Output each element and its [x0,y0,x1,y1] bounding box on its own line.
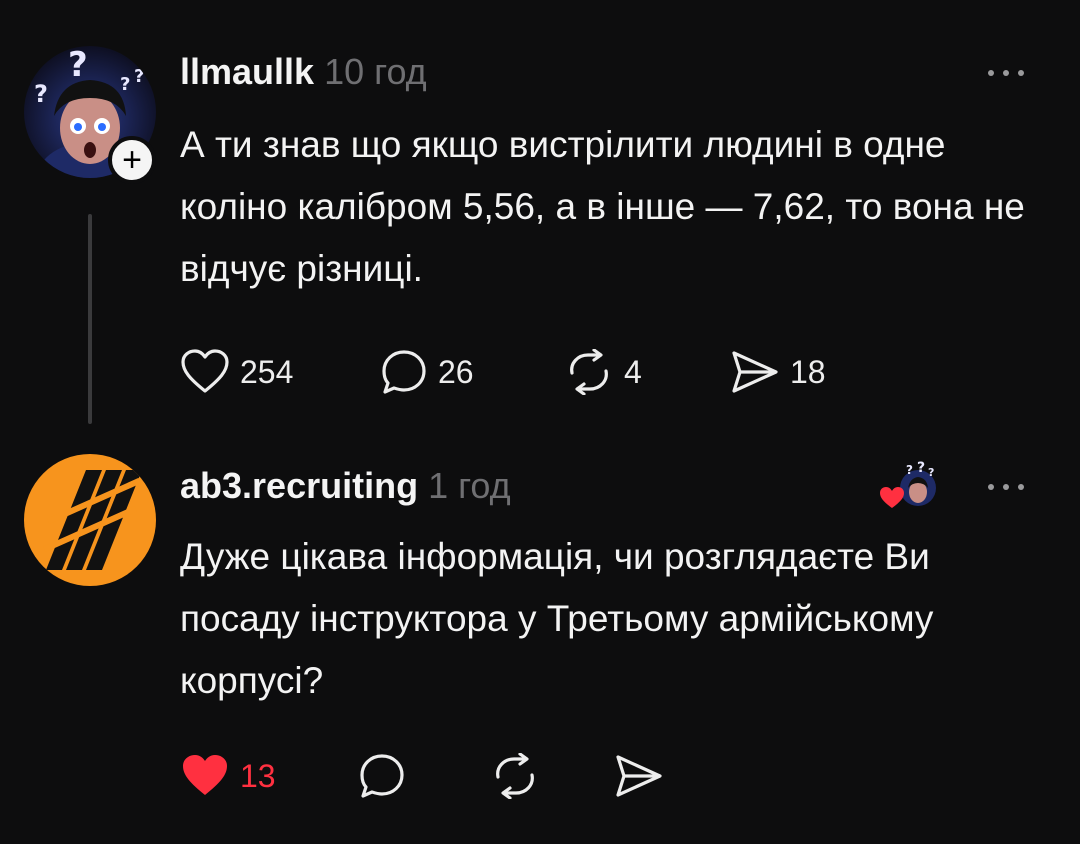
more-options-icon[interactable] [988,482,1028,492]
send-icon [616,755,662,797]
repost-button[interactable] [490,753,614,799]
comment-icon [360,754,404,798]
post-header: ab3.recruiting 1 год [180,464,511,508]
share-count: 18 [790,354,826,390]
post-actions: 13 [180,752,674,800]
svg-text:?: ? [68,46,88,85]
username[interactable]: ab3.recruiting [180,465,418,506]
more-options-icon[interactable] [988,68,1028,78]
like-button[interactable]: 13 [180,753,358,799]
comment-button[interactable]: 26 [380,348,564,396]
username[interactable]: llmaullk [180,51,314,92]
svg-text:?: ? [928,466,934,479]
like-count: 13 [240,758,276,794]
svg-text:?: ? [906,463,913,477]
repost-button[interactable]: 4 [564,349,730,395]
svg-text:?: ? [120,74,130,95]
post-header: llmaullk 10 год [180,50,427,94]
send-icon [732,351,778,393]
user-avatar[interactable] [24,454,156,586]
post-text: Дуже цікава інформація, чи розглядаєте В… [180,536,934,701]
post-time: 1 год [428,465,511,506]
repost-icon [570,349,608,395]
thread-connector-line [88,214,92,424]
svg-text:?: ? [34,80,48,108]
share-button[interactable]: 18 [730,349,870,395]
repost-icon [496,753,534,799]
repost-count: 4 [624,354,642,390]
third-army-corps-logo-icon [24,454,156,586]
author-liked-icon: ? ? ? [878,460,938,510]
post-actions: 254 26 4 18 [180,348,870,396]
post-time: 10 год [324,51,427,92]
heart-filled-icon [183,755,227,795]
svg-text:?: ? [917,460,925,476]
heart-icon [181,349,229,393]
follow-button[interactable]: + [108,136,156,184]
thread-post: ? ? ? ? + llmaullk 10 год А ти знав що як… [0,0,1080,440]
comment-button[interactable] [358,752,490,800]
share-button[interactable] [614,753,674,799]
like-count: 254 [240,354,294,390]
post-text: А ти знав що якщо вистрілити людині в од… [180,124,1025,289]
comment-count: 26 [438,354,474,390]
comment-icon [382,350,426,394]
svg-text:?: ? [134,66,144,87]
like-button[interactable]: 254 [180,349,380,395]
reply-post: ab3.recruiting 1 год ? ? ? Дуже цікава ін… [0,440,1080,844]
